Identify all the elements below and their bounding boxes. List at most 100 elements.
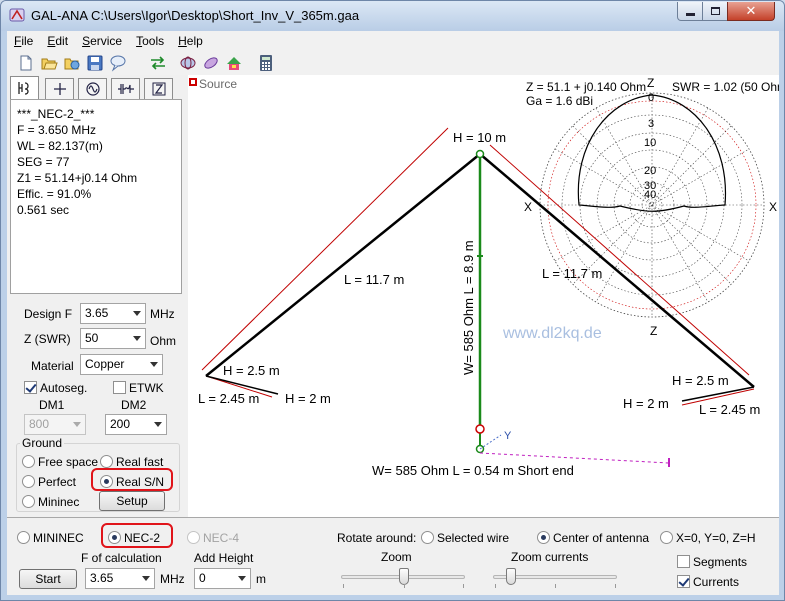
ground-free-space-radio[interactable]: [22, 455, 35, 468]
ring-label-3: 3: [648, 118, 654, 130]
menu-edit[interactable]: Edit: [40, 34, 75, 48]
method-mininec-radio[interactable]: [17, 531, 30, 544]
menu-service[interactable]: Service: [75, 34, 129, 48]
zoom-label: Zoom: [381, 550, 412, 564]
currents-checkbox[interactable]: [677, 575, 690, 588]
ellipse-pattern-icon[interactable]: [202, 54, 220, 72]
method-mininec-label: MININEC: [33, 531, 84, 545]
f-calc-value: 3.65: [90, 571, 114, 585]
minimize-button[interactable]: [677, 2, 703, 21]
dm1-label: DM1: [39, 398, 65, 412]
save-icon[interactable]: [86, 54, 104, 72]
close-button[interactable]: ✕: [727, 2, 775, 21]
segments-label: Segments: [693, 555, 748, 569]
right-short-length-label: L = 2.45 m: [699, 402, 760, 417]
add-height-unit: m: [256, 572, 266, 586]
y-axis-label: Y: [504, 430, 512, 442]
etwk-checkbox[interactable]: [113, 381, 126, 394]
menu-help[interactable]: Help: [171, 34, 210, 48]
minimize-icon: [685, 12, 695, 16]
new-file-icon[interactable]: [17, 54, 35, 72]
load-icon: [117, 84, 134, 94]
right-short-wire: [681, 386, 755, 402]
maximize-button[interactable]: [702, 2, 728, 21]
result-line-segments: SEG = 77: [17, 155, 70, 169]
dm2-label: DM2: [121, 398, 147, 412]
result-line-wavelength: WL = 82.137(m): [17, 139, 103, 153]
z-swr-input[interactable]: 50: [80, 328, 146, 349]
add-height-value: 0: [199, 571, 206, 585]
ring-label-20: 20: [644, 165, 656, 177]
right-height-label: H = 2.5 m: [672, 373, 729, 388]
zoom-currents-slider-thumb[interactable]: [506, 568, 516, 585]
tab-lines[interactable]: [144, 78, 173, 99]
open-recent-icon[interactable]: [63, 54, 81, 72]
menu-tools[interactable]: Tools: [129, 34, 171, 48]
close-icon: ✕: [745, 3, 757, 18]
open-folder-icon[interactable]: [40, 54, 58, 72]
house-icon[interactable]: [225, 54, 243, 72]
rotate-selected-wire-label: Selected wire: [437, 531, 510, 545]
menu-bar: File Edit Service Tools Help: [7, 31, 779, 51]
nec2-highlight: [101, 523, 173, 548]
material-label: Material: [31, 359, 74, 373]
add-height-label: Add Height: [194, 551, 254, 565]
title-bar[interactable]: GAL-ANA C:\Users\Igor\Desktop\Short_Inv_…: [1, 1, 784, 31]
rotate-center-antenna-radio[interactable]: [537, 531, 550, 544]
comment-icon[interactable]: [109, 54, 127, 72]
antenna-drawing: Source Z Z X X 0 3 10 20 30 40 Z = 51.1 …: [189, 76, 779, 478]
ground-mininec-radio[interactable]: [22, 495, 35, 508]
height-top-label: H = 10 m: [453, 130, 506, 145]
dm2-value: 200: [110, 417, 131, 431]
material-select[interactable]: Copper: [80, 354, 163, 375]
tab-wires[interactable]: [10, 76, 39, 99]
f-calc-input[interactable]: 3.65: [85, 568, 155, 589]
ground-mininec-label: Mininec: [38, 495, 80, 509]
short-end-label: W= 585 Ohm L = 0.54 m Short end: [372, 463, 574, 478]
add-height-input[interactable]: 0: [194, 568, 251, 589]
material-value: Copper: [85, 357, 125, 371]
tab-loads[interactable]: [111, 78, 140, 99]
rotate-center-antenna-label: Center of antenna: [553, 531, 650, 545]
calculator-icon[interactable]: [257, 54, 275, 72]
rotate-xyz-label: X=0, Y=0, Z=H: [676, 531, 756, 545]
client-area: ***_NEC-2_*** F = 3.650 MHz WL = 82.137(…: [7, 75, 779, 595]
zoom-slider-thumb[interactable]: [399, 568, 409, 585]
dm2-select[interactable]: 200: [105, 414, 167, 435]
real-sn-highlight: [91, 468, 173, 491]
design-f-value: 3.65: [85, 306, 109, 320]
swap-arrows-icon[interactable]: [149, 54, 167, 72]
antenna-view[interactable]: Source Z Z X X 0 3 10 20 30 40 Z = 51.1 …: [188, 75, 779, 517]
dm1-select[interactable]: 800: [24, 414, 86, 435]
dm2-dropdown-icon: [154, 422, 162, 427]
left-ground-projection: [201, 127, 449, 371]
z-swr-label: Z (SWR): [24, 332, 71, 346]
currents-label: Currents: [693, 575, 740, 589]
source-node: [475, 424, 485, 434]
tab-sources[interactable]: [78, 78, 107, 99]
tab-cross[interactable]: [45, 78, 74, 99]
maximize-icon: [710, 7, 720, 15]
impedance-readout: Z = 51.1 + j0.140 Ohm: [526, 80, 646, 94]
ac-source-icon: [85, 82, 100, 96]
zoom-currents-tick: [555, 584, 556, 588]
ground-setup-button[interactable]: Setup: [99, 491, 165, 511]
rotate-selected-wire-radio[interactable]: [421, 531, 434, 544]
menu-edit-label: dit: [55, 34, 69, 48]
z-swr-dropdown-icon: [133, 336, 141, 341]
menu-service-accel: S: [82, 34, 91, 48]
method-nec4-radio[interactable]: [187, 531, 200, 544]
menu-file-label: ile: [21, 34, 34, 48]
segments-checkbox[interactable]: [677, 555, 690, 568]
ring-label-0: 0: [648, 92, 654, 104]
start-button[interactable]: Start: [19, 569, 77, 589]
transmission-line-icon: [152, 82, 165, 96]
rotate-xyz-radio[interactable]: [660, 531, 673, 544]
menu-file[interactable]: File: [7, 34, 40, 48]
autoseg-checkbox[interactable]: [24, 381, 37, 394]
ground-real-fast-label: Real fast: [116, 455, 164, 469]
ground-perfect-radio[interactable]: [22, 475, 35, 488]
pattern-3d-icon[interactable]: [179, 54, 197, 72]
design-f-input[interactable]: 3.65: [80, 303, 146, 324]
ground-real-fast-radio[interactable]: [100, 455, 113, 468]
